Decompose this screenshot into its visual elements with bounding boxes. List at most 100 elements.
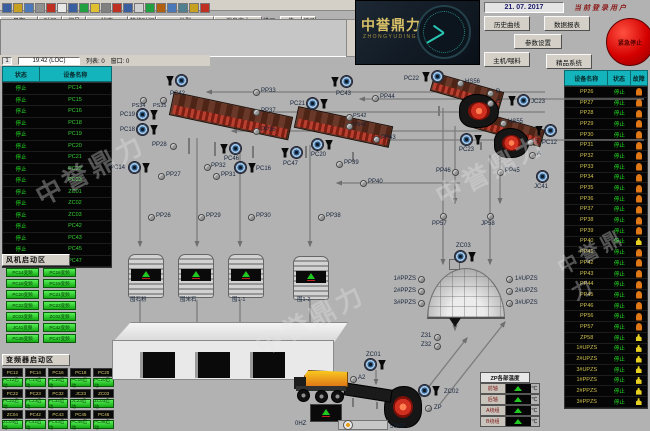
label-jc41: JC41 (534, 184, 548, 190)
fan-icon (460, 133, 473, 146)
label-zc01: ZC01 (366, 352, 381, 358)
point-pp37 (253, 109, 260, 116)
dome-discharge (449, 318, 461, 327)
temp-row: B绕组 ℃ (480, 416, 540, 427)
dome-feed-label: 1#PPZS (392, 273, 425, 285)
temp-indicator (506, 384, 532, 393)
temp-point-label: A绕组 (481, 406, 506, 415)
truck-wheel (315, 390, 328, 403)
temp-row: 前轴 ℃ (480, 383, 540, 394)
unit-pc16[interactable] (234, 161, 256, 174)
point-pp26 (148, 214, 155, 221)
frequency-slider[interactable] (338, 420, 388, 430)
unit-zc01[interactable] (364, 358, 386, 371)
fan-icon (128, 161, 141, 174)
point-a (529, 152, 536, 159)
silo-level-indicator (131, 269, 161, 281)
point-pp38 (318, 214, 325, 221)
point-pp31 (213, 173, 220, 180)
temp-table-title: ZP各部温度 (480, 372, 530, 383)
temp-unit: ℃ (531, 417, 539, 426)
label-hs55: HS55 (508, 119, 523, 125)
label-pc20: PC20 (311, 152, 326, 158)
fan-icon (544, 124, 557, 137)
unit-zc02[interactable] (418, 384, 440, 397)
point-pp43 (373, 136, 380, 143)
label-pp26: PP26 (156, 213, 171, 219)
unit-pc20[interactable] (311, 138, 333, 151)
point-pp46 (452, 169, 459, 176)
label-c: C (496, 99, 500, 105)
label-pp37: PP37 (261, 108, 276, 114)
label-pp46: PP46 (436, 168, 451, 174)
temp-unit: ℃ (531, 384, 539, 393)
hopper-icon (535, 126, 543, 136)
hopper-icon (331, 77, 339, 87)
label-pp31: PP31 (221, 172, 236, 178)
dump-truck[interactable] (294, 364, 352, 406)
slider-knob[interactable] (343, 420, 353, 430)
unit-pc46[interactable] (220, 142, 242, 155)
silo-1[interactable] (128, 254, 164, 298)
silo-level-indicator (231, 269, 261, 281)
hopper-icon (248, 163, 256, 173)
label-pp38: PP38 (326, 213, 341, 219)
label-pc42: PC42 (170, 91, 185, 97)
unit-zc03[interactable] (454, 250, 476, 263)
unit-pc19[interactable] (136, 108, 158, 121)
silo-2[interactable] (178, 254, 214, 298)
temp-indicator (506, 406, 532, 415)
hopper-icon (378, 360, 386, 370)
unit-pc42[interactable] (166, 74, 188, 87)
hopper-icon (150, 125, 158, 135)
temp-point-label: 后轴 (481, 395, 506, 404)
point-jp58 (487, 213, 494, 220)
point-ps42 (346, 114, 353, 121)
fan-icon (229, 142, 242, 155)
label-zc03: ZC03 (456, 243, 471, 249)
label-ps35: PS35 (153, 104, 166, 110)
crusher-2[interactable] (494, 128, 529, 158)
unit-pc14[interactable] (128, 161, 150, 174)
point-pp28 (170, 143, 177, 150)
label-ps34: PS34 (132, 104, 145, 110)
silo-2-label: 囤米石 (180, 298, 197, 304)
unit-pc21[interactable] (306, 97, 328, 110)
unit-pc18[interactable] (136, 123, 158, 136)
hopper-icon (508, 96, 516, 106)
silo-4[interactable] (293, 256, 329, 300)
point-pp30 (248, 214, 255, 221)
unit-pc23[interactable] (460, 133, 482, 146)
hopper-icon (325, 140, 333, 150)
hopper-icon (422, 72, 430, 82)
unit-jc41[interactable] (536, 170, 549, 183)
hopper-icon (468, 252, 476, 262)
label-pp33: PP33 (261, 88, 276, 94)
point-pp57 (440, 213, 447, 220)
point-a2 (350, 376, 357, 383)
unit-pc12[interactable] (535, 124, 557, 137)
fan-icon (306, 97, 319, 110)
fan-icon (136, 123, 149, 136)
zp-temperature-table: ZP各部温度 前轴 ℃ 后轴 ℃ A绕组 ℃ B绕组 (480, 372, 540, 427)
crusher-1[interactable] (459, 94, 499, 128)
hopper-icon (220, 144, 228, 154)
point-c (487, 100, 494, 107)
unit-pc47[interactable] (281, 146, 303, 159)
truck-wheel (297, 389, 310, 402)
temp-point-label: B绕组 (481, 417, 506, 426)
point-z31 (434, 334, 441, 341)
label-pc23: PC23 (459, 147, 474, 153)
fan-icon (536, 170, 549, 183)
warehouse-door-1 (140, 352, 175, 378)
label-pp40: PP40 (368, 179, 383, 185)
warehouse-door-2 (195, 352, 230, 378)
silo-3-label: 囤1-1 (232, 298, 245, 304)
unit-jc23[interactable] (508, 94, 530, 107)
unit-pc22[interactable] (422, 70, 444, 83)
silo-3[interactable] (228, 254, 264, 298)
silo-level-indicator (296, 271, 326, 283)
unit-pc43[interactable] (331, 75, 353, 88)
label-pc47: PC47 (283, 161, 298, 167)
temp-row: 后轴 ℃ (480, 394, 540, 405)
